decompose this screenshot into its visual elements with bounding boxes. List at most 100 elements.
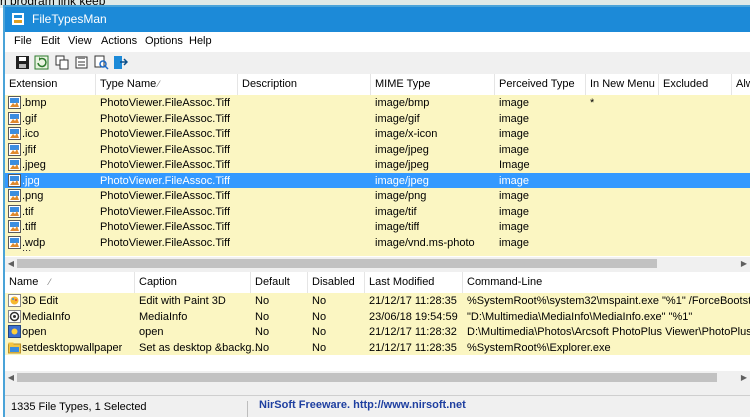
- cell-perceived-type: image: [499, 143, 529, 156]
- cell-mime-type: image/x-icon: [375, 128, 438, 140]
- cell-type-name: PhotoViewer.FileAssoc.Tiff: [100, 143, 231, 156]
- table-row[interactable]: .jpeg PhotoViewer.FileAssoc.Tiff image/jpe…: [5, 157, 750, 173]
- table-row[interactable]: .png PhotoViewer.FileAssoc.Tiff image/png i…: [5, 188, 750, 204]
- table-row[interactable]: setdesktopwallpaper Set as desktop &backg…: [5, 339, 750, 355]
- cell-caption: Edit with Paint 3D: [139, 295, 226, 307]
- scroll-right-icon[interactable]: ▶: [738, 371, 750, 384]
- find-icon[interactable]: [94, 55, 109, 70]
- cell-extension: .jfif: [22, 143, 37, 156]
- table-row[interactable]: .ico PhotoViewer.FileAssoc.Tiff image/x-ic…: [5, 126, 750, 142]
- table-row[interactable]: MediaInfo MediaInfo No No 23/06/18 19:54:59 "…: [5, 308, 750, 324]
- col-command-line[interactable]: Command-Line: [463, 272, 750, 293]
- image-file-icon: [8, 127, 21, 140]
- col-mime-type[interactable]: MIME Type: [371, 74, 495, 95]
- status-bar: 1335 File Types, 1 Selected NirSoft Free…: [5, 395, 750, 417]
- cell-default: No: [255, 341, 270, 354]
- col-last-modified[interactable]: Last Modified: [365, 272, 463, 293]
- col-name[interactable]: Name ⁄: [5, 272, 135, 293]
- menu-options[interactable]: Options: [145, 35, 183, 47]
- cell-disabled: No: [312, 295, 327, 307]
- horizontal-scrollbar-top[interactable]: ◀ ▶: [5, 257, 750, 270]
- nirsoft-link[interactable]: NirSoft Freeware. http://www.nirsoft.net: [259, 399, 466, 411]
- mediainfo-icon: [8, 309, 21, 323]
- horizontal-scrollbar-bottom[interactable]: ◀ ▶: [5, 371, 750, 384]
- image-file-icon: [8, 189, 21, 202]
- cell-disabled: No: [312, 326, 327, 338]
- menu-view[interactable]: View: [68, 35, 92, 47]
- file-types-list[interactable]: Extension Type Name ⁄ Description MIME Ty…: [5, 74, 750, 270]
- col-caption[interactable]: Caption: [135, 272, 251, 293]
- scroll-right-icon[interactable]: ▶: [738, 257, 750, 270]
- table-row[interactable]: open open No No 21/12/17 11:28:32 D:\Multimed…: [5, 324, 750, 340]
- properties-icon[interactable]: [74, 55, 89, 70]
- cell-extension: .wdp: [22, 236, 46, 249]
- cell-mime-type: image/png: [375, 190, 427, 202]
- cell-mime-type: image/jpeg: [375, 174, 429, 187]
- app-icon: [12, 13, 24, 25]
- cell-default: No: [255, 326, 270, 338]
- refresh-icon[interactable]: [34, 55, 49, 70]
- table-row[interactable]: .wdp PhotoViewer.FileAssoc.Tiff image/vnd.…: [5, 234, 750, 250]
- cell-type-name: PhotoViewer.FileAssoc.Tiff: [100, 174, 231, 187]
- col-excluded[interactable]: Excluded: [659, 74, 732, 95]
- table-row[interactable]: .tiff PhotoViewer.FileAssoc.Tiff image/tif…: [5, 219, 750, 235]
- menu-edit[interactable]: Edit: [41, 35, 60, 47]
- table-row[interactable]: .bmp PhotoViewer.FileAssoc.Tiff image/bmp i…: [5, 95, 750, 111]
- cell-command-line: %SystemRoot%\system32\mspaint.exe "%1" /…: [467, 295, 750, 307]
- cell-mime-type: image/gif: [375, 112, 420, 125]
- table-row[interactable]: .jpg PhotoViewer.FileAssoc.Tiff image/jpeg…: [5, 172, 750, 188]
- cell-mime-type: image/vnd.ms-photo: [375, 236, 475, 249]
- cell-type-name: PhotoViewer.FileAssoc.Tiff: [100, 205, 231, 218]
- menu-actions[interactable]: Actions: [101, 35, 137, 47]
- image-file-icon: [8, 220, 21, 233]
- cell-disabled: No: [312, 341, 327, 354]
- cell-type-name: PhotoViewer.FileAssoc.Tiff: [100, 221, 231, 233]
- col-in-new-menu[interactable]: In New Menu: [586, 74, 659, 95]
- col-always-show-ext[interactable]: Alw: [732, 74, 750, 95]
- table-row[interactable]: .tif PhotoViewer.FileAssoc.Tiff image/tif i…: [5, 203, 750, 219]
- image-file-icon: [8, 96, 21, 109]
- menu-help[interactable]: Help: [189, 35, 212, 47]
- cell-extension: .jpeg: [22, 159, 46, 171]
- table-row[interactable]: .jfif PhotoViewer.FileAssoc.Tiff image/jpe…: [5, 141, 750, 157]
- scroll-left-icon[interactable]: ◀: [5, 371, 17, 384]
- cell-name: open: [22, 326, 47, 338]
- toolbar: [5, 52, 750, 75]
- cell-type-name: PhotoViewer.FileAssoc.Tiff: [100, 159, 231, 171]
- col-description[interactable]: Description: [238, 74, 371, 95]
- photoplus-icon: [8, 325, 21, 338]
- cell-type-name: PhotoViewer.FileAssoc.Tiff: [100, 190, 231, 202]
- cell-in-new-menu: *: [590, 97, 595, 109]
- sort-arrow-icon: ⁄: [49, 277, 51, 287]
- table-row[interactable]: .gif PhotoViewer.FileAssoc.Tiff image/gif i…: [5, 110, 750, 126]
- table-row-partial[interactable]: ...: [5, 250, 750, 256]
- col-disabled[interactable]: Disabled: [308, 272, 365, 293]
- scrollbar-thumb[interactable]: [17, 373, 717, 382]
- cell-default: No: [255, 310, 270, 323]
- cell-mime-type: image/tif: [375, 205, 417, 218]
- cell-perceived-type: Image: [499, 159, 530, 171]
- exit-icon[interactable]: [113, 55, 128, 70]
- copy-icon[interactable]: [55, 55, 70, 70]
- col-perceived-type[interactable]: Perceived Type: [495, 74, 586, 95]
- window-title: FileTypesMan: [32, 12, 107, 26]
- table-row[interactable]: 3D Edit Edit with Paint 3D No No 21/12/17 11…: [5, 293, 750, 309]
- cell-command-line: D:\Multimedia\Photos\Arcsoft PhotoPlus V…: [467, 326, 750, 338]
- col-extension[interactable]: Extension: [5, 74, 96, 95]
- actions-list[interactable]: Name ⁄ Caption Default Disabled Last Modi…: [5, 272, 750, 384]
- title-bar[interactable]: FileTypesMan: [5, 7, 750, 32]
- save-icon[interactable]: [15, 55, 30, 70]
- cell-command-line: "D:\Multimedia\MediaInfo\MediaInfo.exe" …: [467, 310, 693, 323]
- col-default[interactable]: Default: [251, 272, 308, 293]
- scrollbar-thumb[interactable]: [17, 259, 657, 268]
- scroll-left-icon[interactable]: ◀: [5, 257, 17, 270]
- cell-perceived-type: image: [499, 112, 529, 125]
- menu-bar: File Edit View Actions Options Help: [5, 32, 750, 52]
- cell-name: setdesktopwallpaper: [22, 341, 123, 354]
- col-type-name[interactable]: Type Name ⁄: [96, 74, 238, 95]
- cell-perceived-type: image: [499, 174, 529, 187]
- paint3d-icon: [8, 294, 21, 307]
- cell-last-modified: 21/12/17 11:28:32: [369, 326, 457, 338]
- status-count-text: 1335 File Types, 1 Selected: [11, 401, 147, 413]
- menu-file[interactable]: File: [14, 35, 32, 47]
